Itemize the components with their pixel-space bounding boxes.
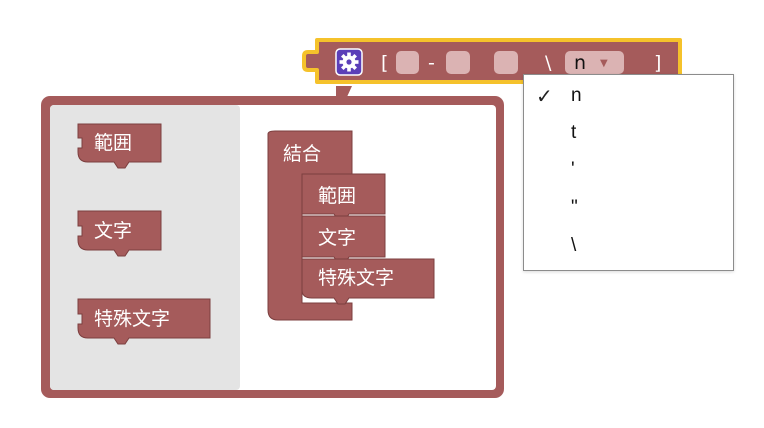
flyout-block-range[interactable]: 範囲 (77, 123, 162, 169)
flyout-block-special-char-label: 特殊文字 (94, 308, 170, 330)
join-item-char[interactable]: 文字 (301, 215, 386, 264)
dropdown-option-t[interactable]: t (524, 117, 733, 151)
flyout-block-char-label: 文字 (94, 220, 132, 242)
join-item-range-label: 範囲 (318, 185, 356, 207)
flyout-block-range-label: 範囲 (94, 132, 132, 154)
backslash-label: \ (545, 52, 552, 74)
dropdown-option-single-quote[interactable]: ' (524, 154, 733, 188)
flyout-block-char[interactable]: 文字 (77, 210, 162, 257)
char-field[interactable] (494, 51, 518, 74)
join-item-special-char[interactable]: 特殊文字 (301, 258, 435, 305)
dash-label: - (428, 52, 435, 74)
range-field-start[interactable] (396, 51, 419, 74)
chevron-down-icon: ▼ (600, 58, 608, 69)
dropdown-option-double-quote[interactable]: " (524, 192, 733, 226)
dropdown-option-label: " (571, 197, 578, 218)
dropdown-option-label: \ (571, 235, 577, 256)
special-char-dropdown[interactable]: n ▼ (565, 51, 624, 74)
dropdown-option-backslash[interactable]: \ (524, 230, 733, 264)
join-item-special-char-label: 特殊文字 (318, 267, 394, 289)
dropdown-option-label: t (571, 122, 577, 143)
checkmark-icon: ✓ (536, 84, 553, 108)
gear-icon (339, 52, 359, 72)
close-bracket: ] (654, 52, 661, 74)
flyout-block-special-char[interactable]: 特殊文字 (77, 298, 211, 345)
dropdown-option-label: n (571, 85, 582, 106)
join-block-label: 結合 (283, 143, 321, 165)
join-item-char-label: 文字 (318, 227, 356, 249)
range-field-end[interactable] (446, 51, 470, 74)
open-bracket: [ (381, 52, 388, 74)
join-item-range[interactable]: 範囲 (301, 173, 386, 221)
dropdown-option-label: ' (571, 159, 575, 180)
gear-icon-button[interactable] (335, 48, 363, 76)
special-char-dropdown-value: n (574, 52, 586, 74)
dropdown-option-n[interactable]: ✓ n (524, 80, 733, 114)
dropdown-menu: ✓ n t ' " \ (523, 74, 734, 271)
